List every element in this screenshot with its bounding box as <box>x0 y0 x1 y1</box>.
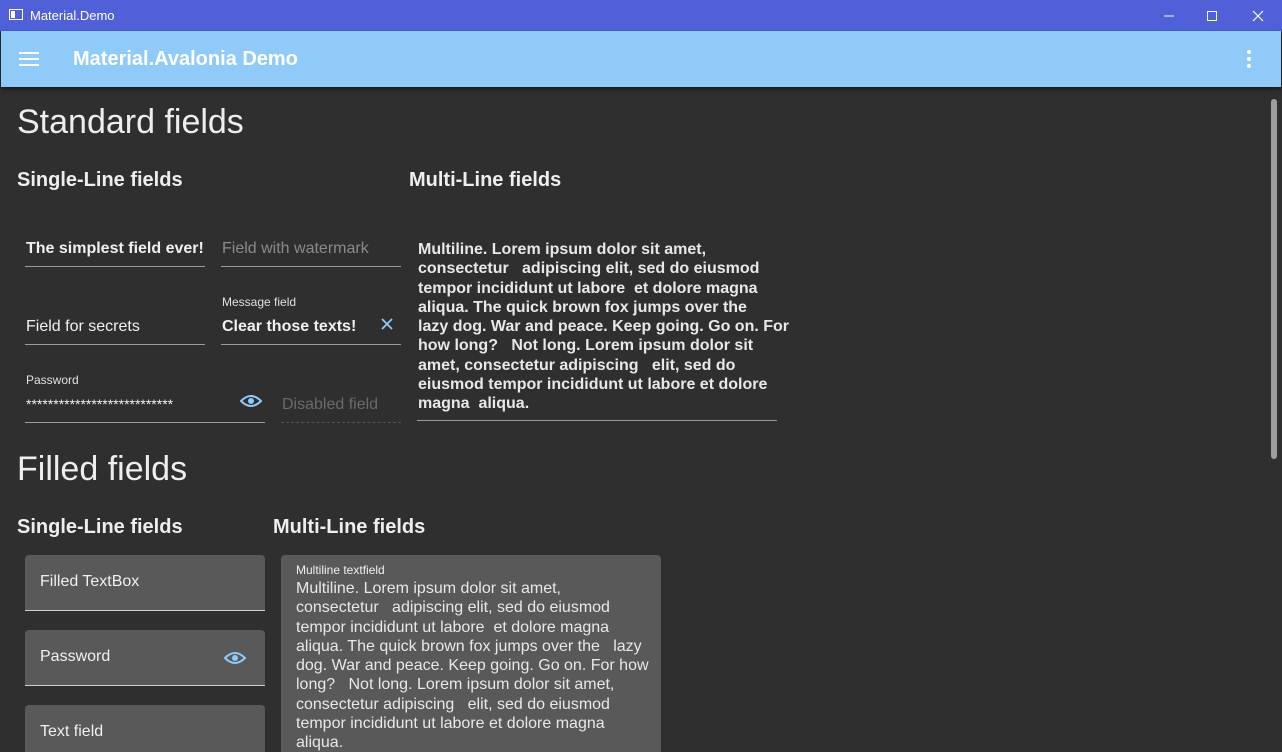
app-title: Material.Avalonia Demo <box>73 48 298 70</box>
message-field[interactable]: Message field Clear those texts! <box>221 295 401 345</box>
filled-single-line-heading: Single-Line fields <box>17 516 183 538</box>
filled-textbox[interactable]: Filled TextBox <box>25 555 265 611</box>
secrets-field-placeholder: Field for secrets <box>26 318 140 335</box>
disabled-field-placeholder: Disabled field <box>282 396 379 413</box>
menu-icon[interactable] <box>19 52 39 66</box>
minimize-button[interactable] <box>1146 0 1192 31</box>
filled-multiline-field[interactable]: Multiline textfield Multiline. Lorem ips… <box>281 555 661 752</box>
minimize-icon <box>1164 15 1174 16</box>
eye-icon[interactable] <box>240 393 262 409</box>
filled-fields-heading: Filled fields <box>17 450 188 488</box>
close-window-icon <box>1252 10 1264 21</box>
maximize-button[interactable] <box>1189 0 1235 31</box>
filled-multi-line-heading: Multi-Line fields <box>273 516 426 538</box>
standard-fields-heading: Standard fields <box>17 103 244 141</box>
standard-multiline-field[interactable]: Multiline. Lorem ipsum dolor sit amet, c… <box>417 235 789 421</box>
filled-password[interactable]: Password <box>25 630 265 686</box>
close-window-button[interactable] <box>1235 0 1281 31</box>
password-field-label: Password <box>26 373 79 387</box>
filled-password-placeholder: Password <box>40 648 111 665</box>
simplest-field-value: The simplest field ever! <box>26 240 204 257</box>
filled-multiline-value: Multiline. Lorem ipsum dolor sit amet, c… <box>296 580 649 752</box>
app-window-icon <box>9 9 23 20</box>
message-field-label: Message field <box>222 295 297 309</box>
standard-multi-line-heading: Multi-Line fields <box>409 169 562 191</box>
main-content: Standard fields Single-Line fields Multi… <box>1 87 1281 752</box>
message-field-value: Clear those texts! <box>222 318 357 335</box>
simplest-field[interactable]: The simplest field ever! <box>25 227 205 267</box>
password-field-value: *************************** <box>26 396 174 412</box>
maximize-icon <box>1207 10 1217 21</box>
watermark-field[interactable]: Field with watermark <box>221 227 401 267</box>
filled-multiline-label: Multiline textfield <box>296 563 385 577</box>
more-vert-icon[interactable] <box>1241 49 1257 69</box>
disabled-field: Disabled field <box>281 383 401 423</box>
filled-textbox-placeholder: Filled TextBox <box>40 573 140 590</box>
eye-icon[interactable] <box>224 650 246 666</box>
standard-multiline-value: Multiline. Lorem ipsum dolor sit amet, c… <box>418 241 789 413</box>
vertical-scrollbar[interactable] <box>1271 99 1277 459</box>
app-bar: Material.Avalonia Demo <box>1 31 1281 87</box>
window-titlebar: Material.Demo <box>0 0 1282 31</box>
password-field[interactable]: Password *************************** <box>25 373 265 423</box>
filled-text-field[interactable]: Text field <box>25 705 265 752</box>
window-title: Material.Demo <box>30 8 115 23</box>
close-icon[interactable] <box>381 318 393 330</box>
watermark-field-placeholder: Field with watermark <box>222 240 369 257</box>
secrets-field[interactable]: Field for secrets <box>25 295 205 345</box>
standard-single-line-heading: Single-Line fields <box>17 169 183 191</box>
filled-text-field-placeholder: Text field <box>40 723 104 740</box>
